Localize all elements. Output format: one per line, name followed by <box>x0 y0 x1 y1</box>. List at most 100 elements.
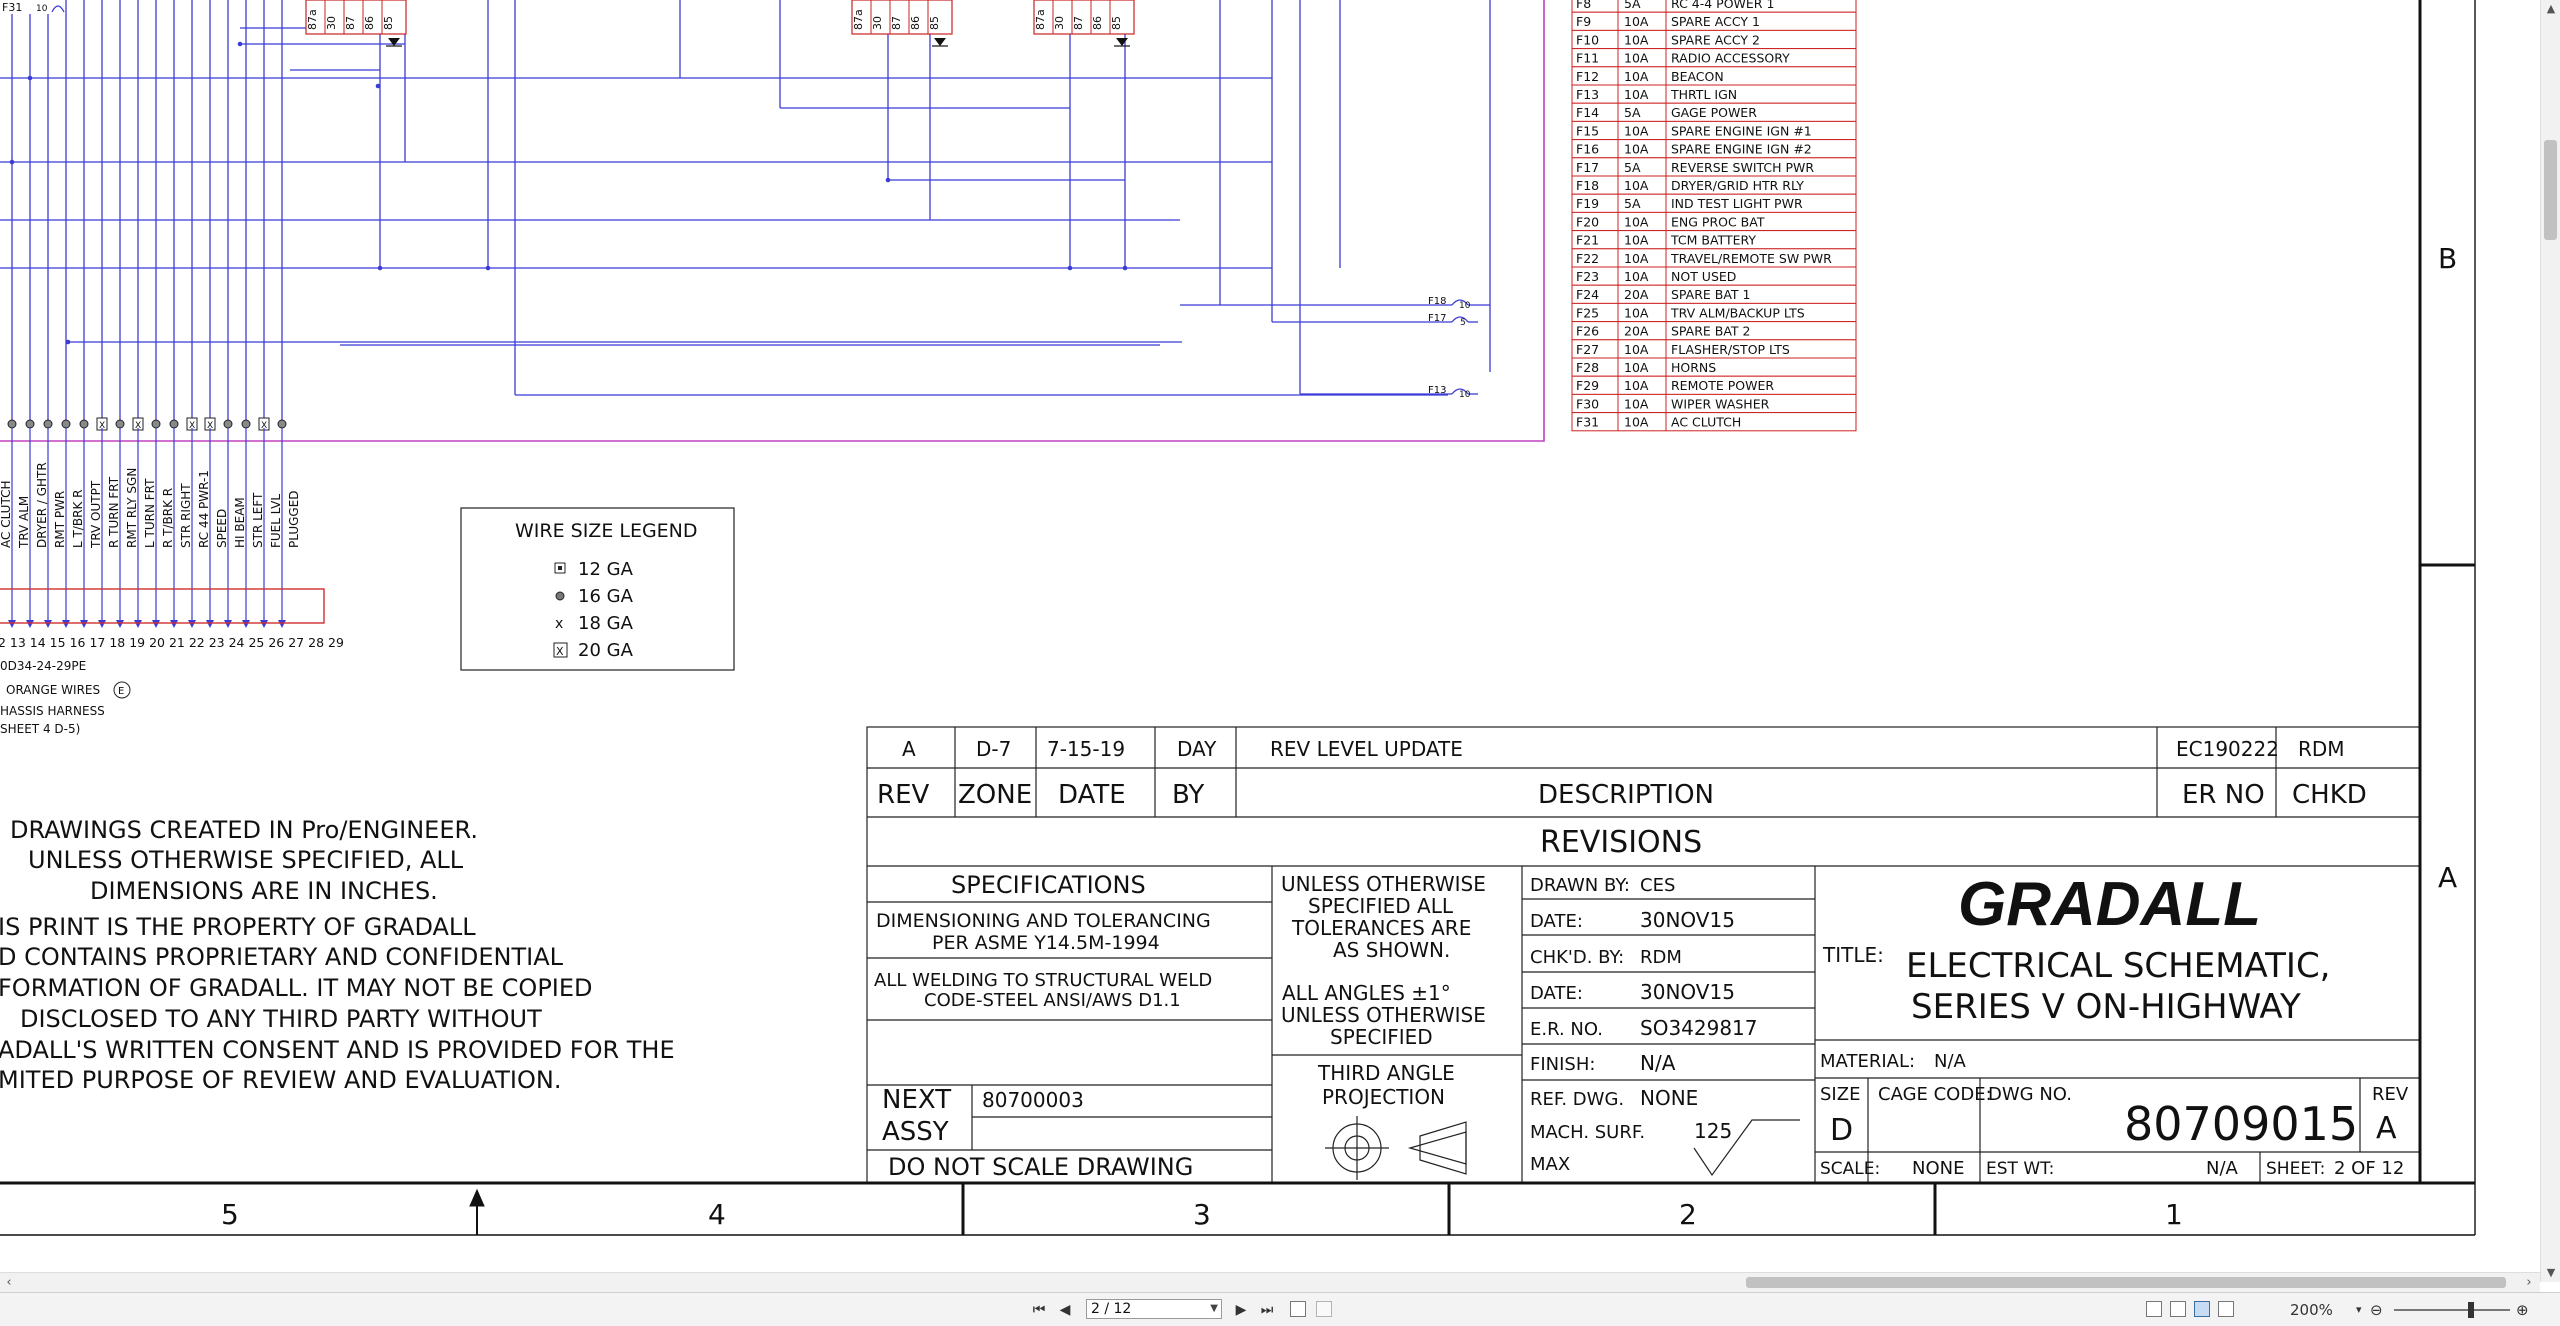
page-dropdown-icon[interactable]: ▼ <box>1210 1300 1218 1318</box>
fuse-rating: 20A <box>1624 287 1649 302</box>
connector-wire-label: FUEL LVL <box>269 494 283 548</box>
fuse-id: F8 <box>1576 0 1591 11</box>
previous-page-icon[interactable]: ◀ <box>1056 1300 1074 1320</box>
connector-wire-label: RMT RLY SGN <box>125 468 139 548</box>
specs-weld-1: ALL WELDING TO STRUCTURAL WELD <box>874 970 1212 991</box>
date-header: DATE <box>1058 780 1126 810</box>
tol-line-1: UNLESS OTHERWISE <box>1281 872 1486 896</box>
relay-pin-label: 85 <box>1110 16 1123 30</box>
by-header: BY <box>1172 780 1204 810</box>
connector-wire-label: L TURN FRT <box>143 478 157 548</box>
legend-16ga: 16 GA <box>578 586 634 607</box>
next-assy-label-1: NEXT <box>882 1085 951 1115</box>
finish-label: FINISH: <box>1530 1054 1595 1075</box>
last-page-icon[interactable]: ⏭ <box>1258 1300 1276 1320</box>
fuse-rating: 20A <box>1624 324 1649 339</box>
fuse-description: TCM BATTERY <box>1670 233 1756 248</box>
fuse-description: DRYER/GRID HTR RLY <box>1671 178 1804 193</box>
tolerance-block: UNLESS OTHERWISE SPECIFIED ALL TOLERANCE… <box>1281 872 1486 1109</box>
fuse-id: F10 <box>1576 32 1599 47</box>
fuse-description: RADIO ACCESSORY <box>1671 51 1790 66</box>
fuse-rating: 10A <box>1624 233 1649 248</box>
fuse-rating: 10A <box>1624 51 1649 66</box>
zone-column-5: 5 <box>221 1198 239 1231</box>
fuse-id: F9 <box>1576 14 1591 29</box>
max-label: MAX <box>1530 1154 1570 1175</box>
horizontal-scroll-thumb[interactable] <box>1746 1277 2506 1288</box>
fuse-description: FLASHER/STOP LTS <box>1671 342 1790 357</box>
rev-value: A <box>902 737 916 761</box>
ref-dwg-label: REF. DWG. <box>1530 1089 1624 1110</box>
book-view-icon[interactable] <box>2218 1301 2234 1317</box>
note-line-2: UNLESS OTHERWISE SPECIFIED, ALL <box>28 846 464 874</box>
connector-wire-label: TRV ALM <box>17 496 31 549</box>
er-no-header: ER NO <box>2182 780 2265 810</box>
connector-wire-label: PLUGGED <box>287 490 301 548</box>
vertical-scrollbar[interactable]: ▲ ▼ <box>2540 0 2560 1282</box>
fuse-id: F30 <box>1576 396 1599 411</box>
chkd-value: RDM <box>2298 737 2345 761</box>
fuse-description: ENG PROC BAT <box>1671 214 1765 229</box>
continuous-view-icon[interactable] <box>2170 1301 2186 1317</box>
specs-weld-2: CODE-STEEL ANSI/AWS D1.1 <box>924 990 1181 1011</box>
note-line-3: DIMENSIONS ARE IN INCHES. <box>90 877 438 905</box>
zoom-slider[interactable] <box>2394 1309 2510 1311</box>
connector-wire-label: STR LEFT <box>251 492 265 548</box>
fuse-rating: 10A <box>1624 396 1649 411</box>
paste-icon[interactable] <box>1316 1301 1332 1317</box>
legend-title: WIRE SIZE LEGEND <box>515 520 698 542</box>
sheet-value: 2 OF 12 <box>2334 1158 2404 1179</box>
zone-column-2: 2 <box>1679 1198 1697 1231</box>
next-assy-label-2: ASSY <box>882 1117 949 1147</box>
fuse-description: SPARE ACCY 2 <box>1671 32 1760 47</box>
zoom-level[interactable]: 200% <box>2290 1301 2333 1319</box>
facing-view-icon[interactable] <box>2194 1301 2210 1317</box>
specs-dim-1: DIMENSIONING AND TOLERANCING <box>876 910 1211 932</box>
fuse-id: F27 <box>1576 342 1599 357</box>
copy-icon[interactable] <box>1290 1301 1306 1317</box>
ref-dwg-value: NONE <box>1640 1086 1698 1110</box>
scroll-up-icon[interactable]: ▲ <box>2541 0 2560 18</box>
svg-text:X: X <box>556 645 564 658</box>
tol-line-3: TOLERANCES ARE <box>1291 916 1471 940</box>
material-value: N/A <box>1934 1051 1967 1072</box>
zoom-slider-handle[interactable] <box>2468 1302 2474 1318</box>
note-line-8: ADALL'S WRITTEN CONSENT AND IS PROVIDED … <box>0 1036 675 1064</box>
zoom-in-icon[interactable]: ⊕ <box>2516 1301 2529 1319</box>
scroll-down-icon[interactable]: ▼ <box>2541 1264 2560 1282</box>
f18-label: F18 <box>1428 296 1446 307</box>
fuse-id: F19 <box>1576 196 1599 211</box>
cage-code-label: CAGE CODE: <box>1878 1084 1992 1105</box>
fuse-description: SPARE BAT 1 <box>1671 287 1751 302</box>
sheet-label: SHEET: <box>2266 1159 2325 1179</box>
single-page-view-icon[interactable] <box>2146 1301 2162 1317</box>
date-value: 7-15-19 <box>1047 737 1125 761</box>
zone-value: D-7 <box>976 737 1011 761</box>
projection-line-2: PROJECTION <box>1322 1085 1445 1109</box>
scroll-right-icon[interactable]: › <box>2520 1273 2538 1292</box>
vertical-scroll-thumb[interactable] <box>2544 140 2557 240</box>
description-value: REV LEVEL UPDATE <box>1270 737 1463 761</box>
relay-pin-label: 85 <box>928 16 941 30</box>
fuse-rating: 10A <box>1624 378 1649 393</box>
connector-pin-numbers: 2 13 14 15 16 17 18 19 20 21 22 23 24 25… <box>0 635 344 650</box>
drawing-sheet[interactable]: 87a 30 87 86 85 87a 30 87 86 85 87a 30 87 86 85 F31 10… <box>0 0 2540 1282</box>
scale-label: SCALE: <box>1820 1159 1880 1179</box>
chkd-header: CHKD <box>2292 780 2367 810</box>
f18-rating: 10 <box>1459 301 1471 311</box>
connector-wire-label: R T/BRK R <box>161 488 175 548</box>
page-number-field[interactable]: 2 / 12 ▼ <box>1086 1299 1222 1319</box>
horizontal-scrollbar[interactable]: ‹ › <box>0 1272 2540 1292</box>
fuse-id: F29 <box>1576 378 1599 393</box>
scroll-left-icon[interactable]: ‹ <box>0 1273 18 1292</box>
connector-wire-label: STR RIGHT <box>179 483 193 548</box>
fuse-description: IND TEST LIGHT PWR <box>1671 196 1803 211</box>
first-page-icon[interactable]: ⏮ <box>1030 1300 1048 1320</box>
next-page-icon[interactable]: ▶ <box>1232 1300 1250 1320</box>
zoom-dropdown-icon[interactable]: ▾ <box>2356 1301 2362 1319</box>
revisions-title: REVISIONS <box>1540 825 1702 860</box>
fuse-description: TRAVEL/REMOTE SW PWR <box>1670 251 1832 266</box>
drawn-by-label: DRAWN BY: <box>1530 875 1630 896</box>
fuse-id: F16 <box>1576 142 1599 157</box>
zoom-out-icon[interactable]: ⊖ <box>2370 1301 2383 1319</box>
